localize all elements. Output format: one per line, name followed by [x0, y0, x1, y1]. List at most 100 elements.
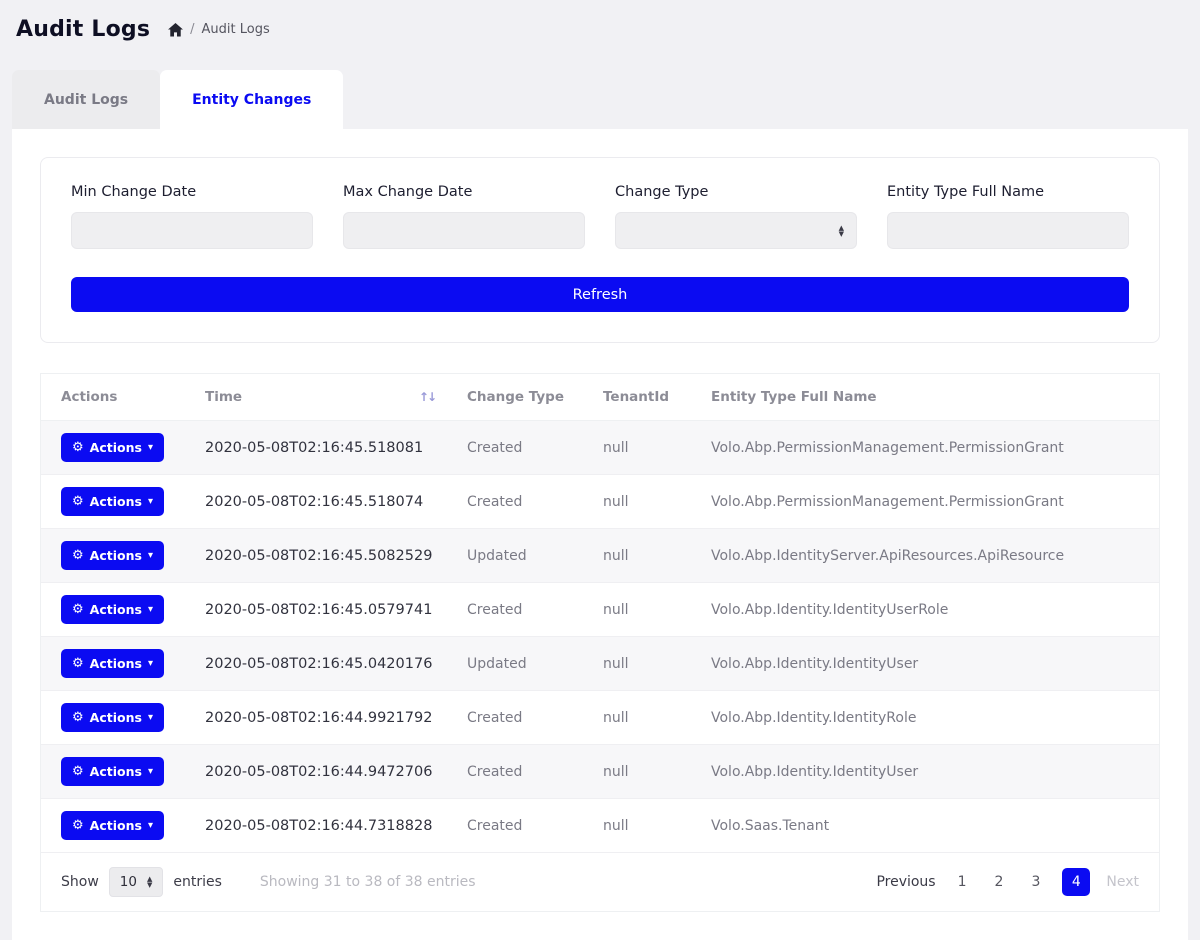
- cell-actions: ⚙ Actions ▾: [41, 799, 189, 853]
- row-actions-button[interactable]: ⚙ Actions ▾: [61, 703, 164, 732]
- column-header-time[interactable]: Time ↑↓: [189, 374, 451, 421]
- column-header-tenant-id: TenantId: [587, 374, 695, 421]
- cell-change-type: Updated: [451, 529, 587, 583]
- home-icon[interactable]: [168, 23, 183, 37]
- filter-min-change-date: Min Change Date: [71, 184, 313, 249]
- gear-icon: ⚙: [72, 548, 84, 563]
- caret-down-icon: ▾: [148, 712, 153, 723]
- actions-button-label: Actions: [90, 440, 142, 455]
- pagination-page-4[interactable]: 4: [1062, 868, 1090, 896]
- cell-actions: ⚙ Actions ▾: [41, 475, 189, 529]
- caret-down-icon: ▾: [148, 604, 153, 615]
- actions-button-label: Actions: [90, 764, 142, 779]
- cell-tenant-id: null: [587, 745, 695, 799]
- row-actions-button[interactable]: ⚙ Actions ▾: [61, 487, 164, 516]
- caret-down-icon: ▾: [148, 658, 153, 669]
- page-header: Audit Logs / Audit Logs: [0, 0, 1200, 56]
- cell-time: 2020-05-08T02:16:45.0579741: [189, 583, 451, 637]
- table-row: ⚙ Actions ▾ 2020-05-08T02:16:45.518081 C…: [41, 421, 1159, 475]
- cell-change-type: Created: [451, 421, 587, 475]
- row-actions-button[interactable]: ⚙ Actions ▾: [61, 757, 164, 786]
- cell-time: 2020-05-08T02:16:44.7318828: [189, 799, 451, 853]
- cell-tenant-id: null: [587, 475, 695, 529]
- filter-max-change-date: Max Change Date: [343, 184, 585, 249]
- cell-change-type: Created: [451, 475, 587, 529]
- cell-entity-type: Volo.Abp.Identity.IdentityUserRole: [695, 583, 1159, 637]
- entries-label: entries: [173, 874, 222, 890]
- cell-change-type: Created: [451, 799, 587, 853]
- caret-down-icon: ▾: [148, 820, 153, 831]
- pagination-page-1[interactable]: 1: [952, 870, 973, 894]
- max-change-date-input[interactable]: [343, 212, 585, 249]
- sort-icon[interactable]: ↑↓: [419, 390, 435, 404]
- cell-entity-type: Volo.Abp.PermissionManagement.Permission…: [695, 421, 1159, 475]
- table-body: ⚙ Actions ▾ 2020-05-08T02:16:45.518081 C…: [41, 421, 1159, 853]
- cell-entity-type: Volo.Abp.IdentityServer.ApiResources.Api…: [695, 529, 1159, 583]
- pagination-next[interactable]: Next: [1106, 874, 1139, 890]
- change-type-select[interactable]: ▲▼: [615, 212, 857, 249]
- cell-actions: ⚙ Actions ▾: [41, 583, 189, 637]
- cell-actions: ⚙ Actions ▾: [41, 637, 189, 691]
- filter-change-type: Change Type ▲▼: [615, 184, 857, 249]
- pagination-page-3[interactable]: 3: [1025, 870, 1046, 894]
- table-row: ⚙ Actions ▾ 2020-05-08T02:16:44.9921792 …: [41, 691, 1159, 745]
- cell-tenant-id: null: [587, 529, 695, 583]
- change-type-label: Change Type: [615, 184, 857, 200]
- cell-time: 2020-05-08T02:16:45.518081: [189, 421, 451, 475]
- actions-button-label: Actions: [90, 710, 142, 725]
- actions-button-label: Actions: [90, 494, 142, 509]
- actions-button-label: Actions: [90, 548, 142, 563]
- pagination-page-2[interactable]: 2: [989, 870, 1010, 894]
- cell-change-type: Created: [451, 745, 587, 799]
- cell-change-type: Updated: [451, 637, 587, 691]
- page-size-value: 10: [120, 874, 137, 890]
- row-actions-button[interactable]: ⚙ Actions ▾: [61, 541, 164, 570]
- main-panel: Min Change Date Max Change Date Change T…: [12, 129, 1188, 940]
- cell-time: 2020-05-08T02:16:45.518074: [189, 475, 451, 529]
- select-updown-icon: ▲▼: [147, 876, 152, 888]
- min-change-date-input[interactable]: [71, 212, 313, 249]
- cell-actions: ⚙ Actions ▾: [41, 691, 189, 745]
- select-updown-icon: ▲▼: [839, 225, 844, 237]
- column-header-change-type: Change Type: [451, 374, 587, 421]
- entity-changes-table: Actions Time ↑↓ Change Type TenantId Ent…: [40, 373, 1160, 912]
- cell-tenant-id: null: [587, 799, 695, 853]
- cell-entity-type: Volo.Saas.Tenant: [695, 799, 1159, 853]
- cell-entity-type: Volo.Abp.Identity.IdentityRole: [695, 691, 1159, 745]
- table-row: ⚙ Actions ▾ 2020-05-08T02:16:45.518074 C…: [41, 475, 1159, 529]
- breadcrumb-current: Audit Logs: [202, 22, 270, 37]
- row-actions-button[interactable]: ⚙ Actions ▾: [61, 595, 164, 624]
- pagination-previous[interactable]: Previous: [876, 874, 935, 890]
- row-actions-button[interactable]: ⚙ Actions ▾: [61, 649, 164, 678]
- cell-actions: ⚙ Actions ▾: [41, 421, 189, 475]
- cell-actions: ⚙ Actions ▾: [41, 745, 189, 799]
- cell-time: 2020-05-08T02:16:45.5082529: [189, 529, 451, 583]
- row-actions-button[interactable]: ⚙ Actions ▾: [61, 433, 164, 462]
- refresh-button[interactable]: Refresh: [71, 277, 1129, 312]
- breadcrumb-separator: /: [190, 22, 194, 37]
- actions-button-label: Actions: [90, 602, 142, 617]
- actions-button-label: Actions: [90, 656, 142, 671]
- page-size-select[interactable]: 10 ▲▼: [109, 867, 164, 897]
- gear-icon: ⚙: [72, 440, 84, 455]
- cell-time: 2020-05-08T02:16:44.9921792: [189, 691, 451, 745]
- cell-change-type: Created: [451, 583, 587, 637]
- gear-icon: ⚙: [72, 818, 84, 833]
- row-actions-button[interactable]: ⚙ Actions ▾: [61, 811, 164, 840]
- actions-button-label: Actions: [90, 818, 142, 833]
- pagination: Previous 1 2 3 4 Next: [876, 868, 1139, 896]
- column-header-entity-type: Entity Type Full Name: [695, 374, 1159, 421]
- tab-entity-changes[interactable]: Entity Changes: [160, 70, 343, 129]
- gear-icon: ⚙: [72, 764, 84, 779]
- caret-down-icon: ▾: [148, 442, 153, 453]
- entity-type-full-name-input[interactable]: [887, 212, 1129, 249]
- caret-down-icon: ▾: [148, 550, 153, 561]
- gear-icon: ⚙: [72, 494, 84, 509]
- entries-summary: Showing 31 to 38 of 38 entries: [260, 874, 476, 890]
- tab-audit-logs[interactable]: Audit Logs: [12, 70, 160, 129]
- caret-down-icon: ▾: [148, 766, 153, 777]
- cell-entity-type: Volo.Abp.PermissionManagement.Permission…: [695, 475, 1159, 529]
- table-row: ⚙ Actions ▾ 2020-05-08T02:16:44.9472706 …: [41, 745, 1159, 799]
- gear-icon: ⚙: [72, 710, 84, 725]
- table-row: ⚙ Actions ▾ 2020-05-08T02:16:45.5082529 …: [41, 529, 1159, 583]
